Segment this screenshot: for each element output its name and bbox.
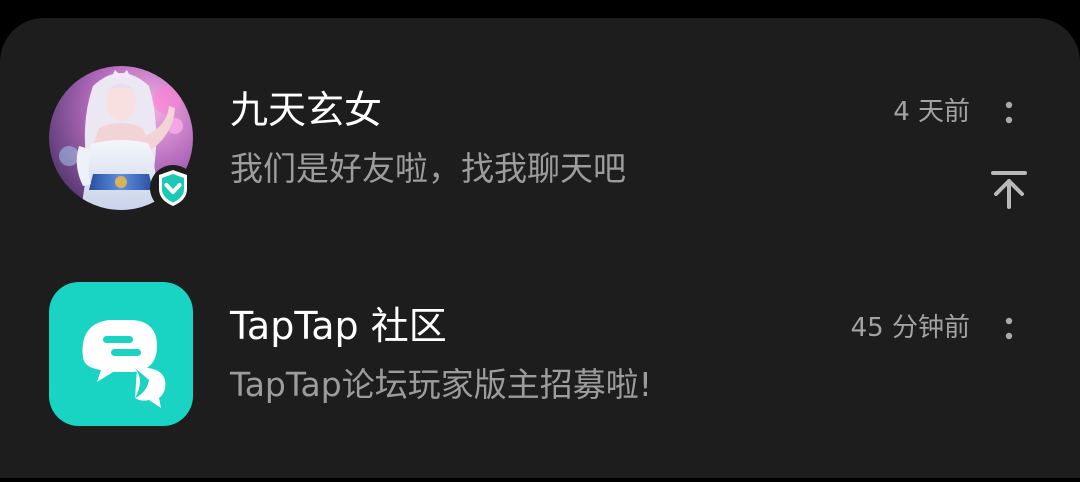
conversation-name: TapTap 社区 [230, 304, 447, 348]
conversation-time: 45 分钟前 [850, 313, 970, 343]
avatar[interactable] [49, 282, 193, 426]
conversation-time: 4 天前 [893, 97, 970, 127]
verified-check-badge-icon [150, 165, 196, 211]
more-vertical-icon[interactable] [996, 96, 1022, 130]
more-vertical-icon[interactable] [996, 312, 1022, 346]
taptap-chat-bubble-icon [82, 320, 166, 408]
conversation-row[interactable]: TapTap 社区 TapTap论坛玩家版主招募啦! 45 分钟前 [0, 282, 1080, 482]
avatar[interactable] [49, 66, 196, 211]
pin-to-top-icon[interactable] [988, 168, 1030, 210]
conversation-preview: 我们是好友啦，找我聊天吧 [230, 149, 626, 188]
conversation-list-sheet: 九天玄女 我们是好友啦，找我聊天吧 4 天前 TapTap 社区 TapTap论… [0, 18, 1080, 478]
conversation-preview: TapTap论坛玩家版主招募啦! [230, 365, 652, 404]
conversation-name: 九天玄女 [230, 88, 383, 132]
conversation-row[interactable]: 九天玄女 我们是好友啦，找我聊天吧 4 天前 [0, 66, 1080, 266]
